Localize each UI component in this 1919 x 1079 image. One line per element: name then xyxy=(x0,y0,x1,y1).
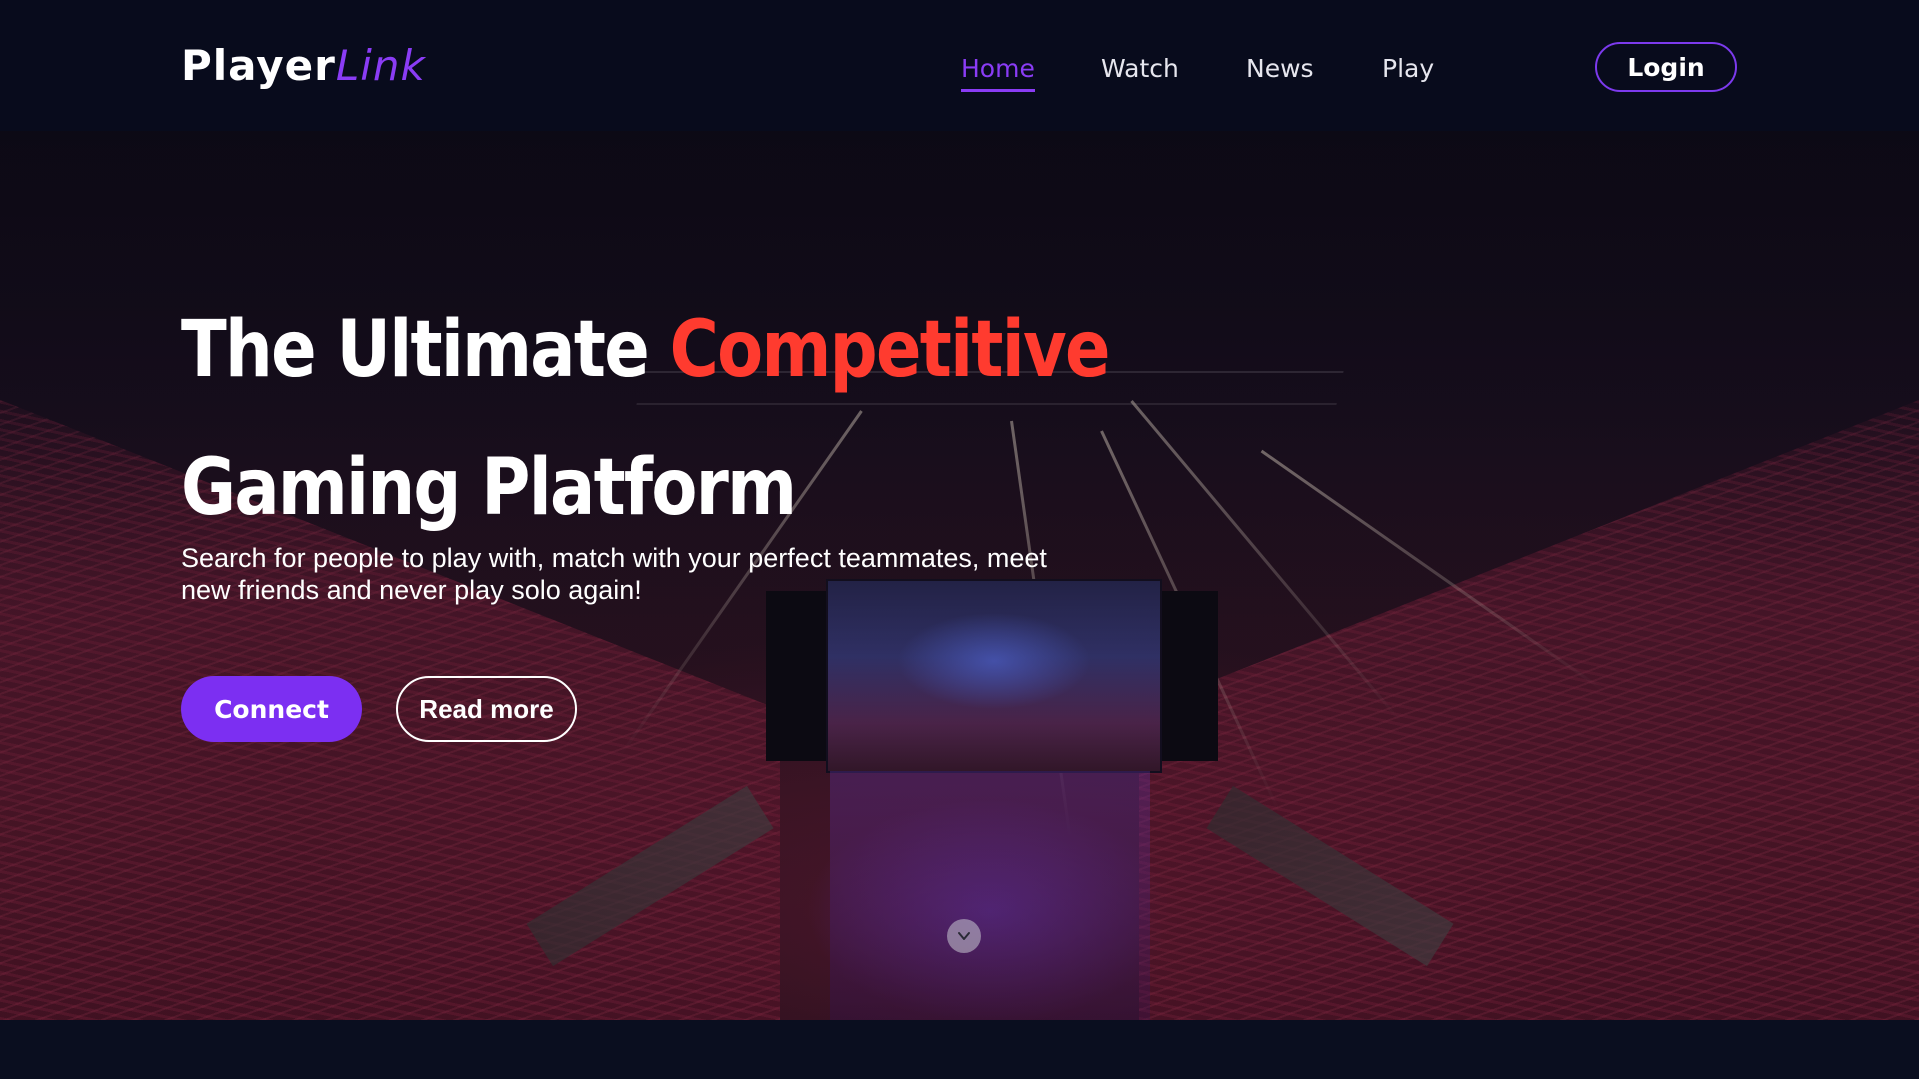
read-more-button[interactable]: Read more xyxy=(396,676,577,742)
hero-section: The Ultimate Competitive Gaming Platform … xyxy=(0,131,1919,1020)
scroll-down-button[interactable] xyxy=(947,919,981,953)
connect-button[interactable]: Connect xyxy=(181,676,362,742)
nav-news-link[interactable]: News xyxy=(1246,52,1314,86)
brand-name-part2: Link xyxy=(335,41,426,90)
page: PlayerLink Home Watch News Play Login Th… xyxy=(0,0,1919,1079)
top-navbar: PlayerLink Home Watch News Play Login xyxy=(0,0,1919,131)
hero-subtitle: Search for people to play with, match wi… xyxy=(181,543,1047,605)
login-button[interactable]: Login xyxy=(1595,42,1737,92)
hero-title-part2: Gaming Platform xyxy=(181,443,797,533)
hero-title: The Ultimate Competitive Gaming Platform xyxy=(181,281,1111,557)
hero-title-part1: The Ultimate xyxy=(181,305,670,395)
nav-watch-link[interactable]: Watch xyxy=(1101,52,1179,86)
nav-play-link[interactable]: Play xyxy=(1382,52,1434,86)
chevron-down-icon xyxy=(958,932,970,940)
nav-home-link[interactable]: Home xyxy=(961,52,1035,92)
hero-title-accent: Competitive xyxy=(669,305,1111,395)
brand-name-part1: Player xyxy=(181,41,336,90)
page-bottom-band xyxy=(0,1020,1919,1079)
brand-logo[interactable]: PlayerLink xyxy=(181,38,426,94)
